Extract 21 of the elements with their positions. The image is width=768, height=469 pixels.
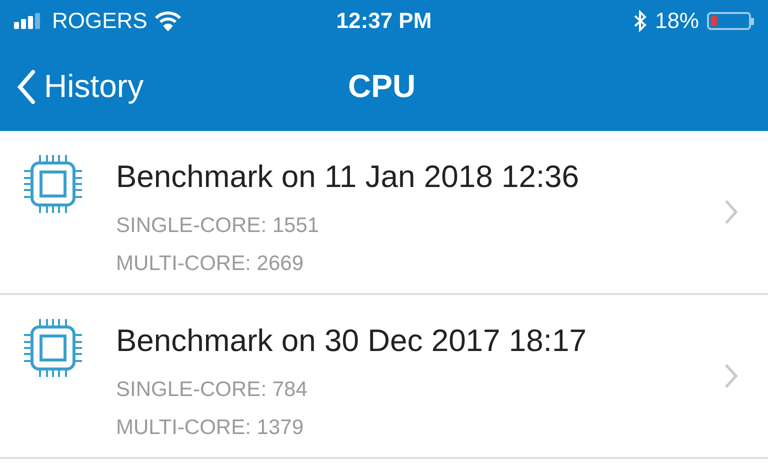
benchmark-row[interactable]: Benchmark on 30 Dec 2017 18:17 SINGLE-CORE: 784 MULTI-CORE: 1379	[0, 295, 768, 459]
carrier-name: ROGERS	[52, 8, 148, 34]
multi-core-score: MULTI-CORE: 2669	[116, 251, 304, 277]
multi-core-score: MULTI-CORE: 1379	[116, 415, 304, 441]
bluetooth-icon	[632, 10, 647, 32]
single-core-score: SINGLE-CORE: 1551	[116, 213, 320, 239]
wifi-icon	[155, 11, 182, 31]
screen-title: CPU	[348, 68, 416, 105]
battery-icon	[707, 12, 754, 30]
single-core-score: SINGLE-CORE: 784	[116, 377, 308, 403]
back-button[interactable]: History	[0, 68, 144, 105]
chevron-icon	[724, 363, 738, 389]
cpu-chip-icon	[22, 317, 84, 379]
benchmark-row[interactable]: Benchmark on 11 Jan 2018 12:36 SINGLE-CORE: 1551 MULTI-CORE: 2669	[0, 131, 768, 295]
benchmark-title: Benchmark on 30 Dec 2017 18:17	[116, 323, 586, 359]
chevron-icon	[724, 199, 738, 225]
back-chevron-icon	[16, 68, 36, 104]
status-time: 12:37 PM	[336, 8, 432, 34]
battery-percent: 18%	[654, 8, 699, 34]
benchmark-title: Benchmark on 11 Jan 2018 12:36	[116, 159, 580, 195]
cpu-chip-icon	[22, 153, 84, 215]
